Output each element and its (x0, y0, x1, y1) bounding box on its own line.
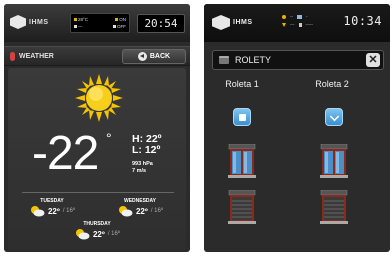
divider (22, 192, 174, 193)
pressure: 993 hPa (132, 161, 153, 167)
forecast-item: WEDNESDAY 22º / 16º (110, 198, 170, 217)
roleta-1-stop-button[interactable] (233, 108, 251, 126)
roleta-2-open-button[interactable] (320, 144, 348, 178)
plug-icon (298, 23, 302, 27)
forecast-day: TUESDAY (40, 198, 64, 204)
weather-panel: -22 ° H: 22º L: 12º 993 hPa 7 m/s TUESDA… (8, 68, 186, 250)
forecast-high: 22º (135, 206, 148, 216)
back-arrow-icon (137, 52, 147, 61)
menu-title: WEATHER (19, 53, 54, 60)
roleta-1-close-button[interactable] (228, 190, 256, 224)
chevron-down-icon (329, 111, 340, 122)
wind-icon (74, 25, 77, 28)
roleta-2-down-button[interactable] (325, 108, 343, 126)
stop-icon (239, 114, 246, 121)
logo-icon (212, 15, 230, 30)
high-low: H: 22º L: 12º (132, 134, 162, 156)
device-icon (297, 15, 302, 19)
mini-state-off: OFF (117, 24, 126, 29)
weather-details: 993 hPa 7 m/s (132, 161, 153, 175)
current-temperature: -22 (32, 127, 99, 180)
sun-icon (75, 74, 123, 122)
close-button[interactable]: ✕ (366, 53, 380, 67)
bulb-icon (115, 18, 119, 21)
status-bar: IHMS -- - --- ----- 10:34 (204, 4, 390, 42)
forecast-low: / 16º (107, 231, 121, 237)
low-temp: L: 12º (132, 144, 161, 156)
mini-state-on: ON (119, 17, 126, 22)
logo-icon (10, 15, 26, 29)
sun-icon (282, 15, 286, 19)
thermometer-icon (10, 52, 15, 61)
clock: 10:34 (343, 14, 382, 28)
forecast-low: / 16º (62, 208, 76, 214)
menu-bar: WEATHER BACK (4, 46, 190, 66)
plug-icon (113, 25, 116, 28)
forecast-low: / 16º (150, 208, 164, 214)
roleta-2-close-button[interactable] (320, 190, 348, 224)
status-bar: IHMS 28°C ON --- OFF 20:54 (4, 4, 190, 42)
degree-symbol: ° (106, 130, 112, 146)
mini-temp: 28°C (78, 17, 89, 22)
logo-text: IHMS (233, 19, 253, 26)
roleta-1-open-button[interactable] (228, 144, 256, 178)
clock: 20:54 (137, 14, 185, 33)
forecast-high: 22º (92, 229, 105, 239)
back-button[interactable]: BACK (122, 49, 186, 64)
section-header: ROLETY ✕ (212, 50, 384, 70)
wind-speed: 7 m/s (132, 168, 147, 174)
partly-cloudy-icon (30, 206, 45, 217)
forecast-day: THURSDAY (83, 221, 111, 227)
section-title: ROLETY (235, 55, 272, 65)
back-label: BACK (149, 53, 171, 60)
roleta-2-label: Roleta 2 (315, 79, 349, 89)
app-logo: IHMS (212, 15, 253, 30)
logo-text: IHMS (29, 18, 49, 26)
roleta-1-label: Roleta 1 (225, 79, 259, 89)
mini-status-panel: -- - --- ----- (282, 13, 338, 33)
app-logo: IHMS (10, 15, 49, 29)
wind-icon (282, 23, 286, 27)
forecast-item: THURSDAY 22º / 16º (67, 221, 127, 240)
partly-cloudy-icon (118, 206, 133, 217)
weather-screen: IHMS 28°C ON --- OFF 20:54 WEATHER BACK (4, 4, 190, 252)
menu-title-group: WEATHER (10, 52, 54, 61)
forecast-high: 22º (47, 206, 60, 216)
rolety-screen: IHMS -- - --- ----- 10:34 ROLETY ✕ Rolet… (204, 4, 390, 252)
thermometer-icon (74, 18, 77, 21)
forecast-item: TUESDAY 22º / 16º (22, 198, 82, 217)
partly-cloudy-icon (75, 229, 90, 240)
mini-status-panel: 28°C ON --- OFF (70, 13, 130, 33)
blinds-icon (219, 56, 229, 64)
forecast-day: WEDNESDAY (123, 198, 157, 204)
